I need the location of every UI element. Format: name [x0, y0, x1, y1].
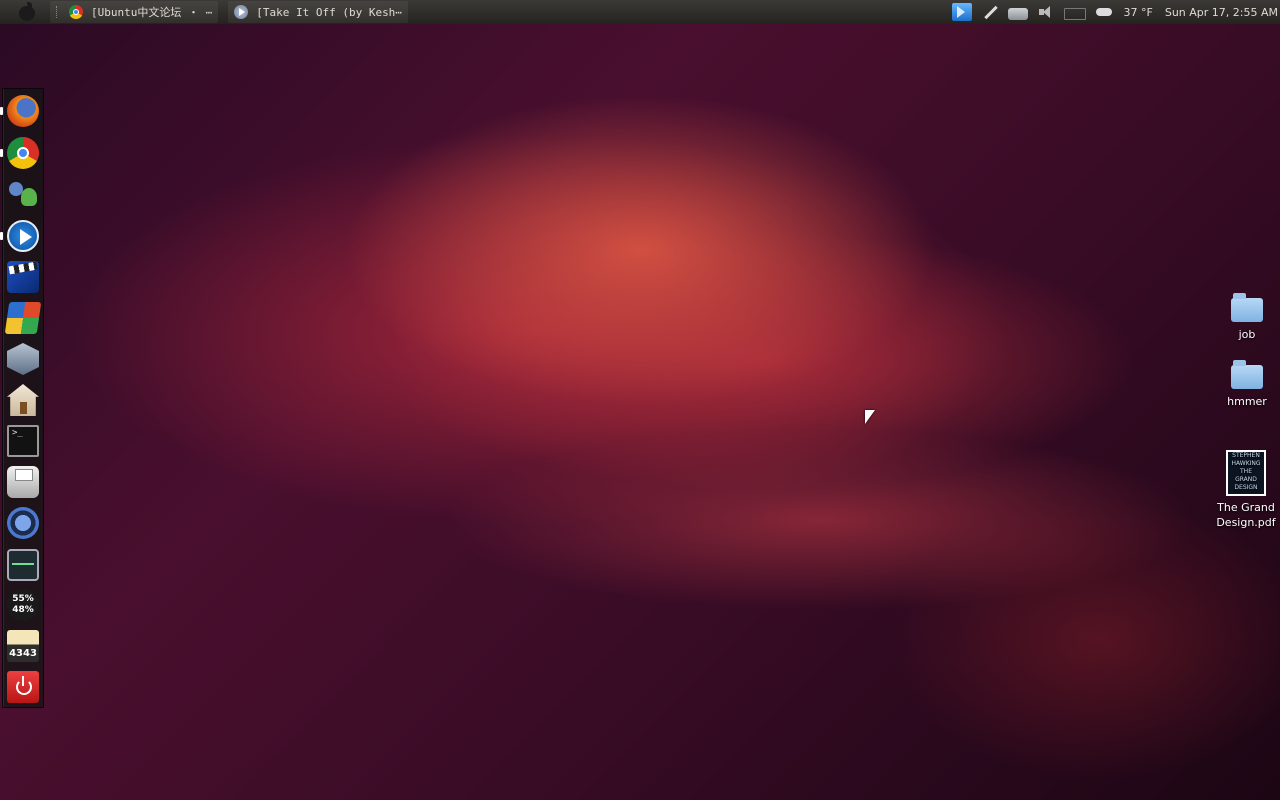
weather-icon[interactable]	[1094, 3, 1114, 21]
system-tray: 37 °F Sun Apr 17, 2:55 AM	[948, 0, 1280, 24]
printer-icon[interactable]	[7, 466, 39, 498]
virtualbox-icon[interactable]	[7, 343, 39, 375]
chrome-icon	[69, 5, 83, 19]
thumb-text: STEPHEN	[1232, 452, 1260, 459]
drag-handle[interactable]	[56, 6, 61, 18]
chrome-icon[interactable]	[7, 137, 39, 169]
home-folder-icon[interactable]	[7, 384, 39, 416]
power-icon[interactable]	[7, 671, 39, 703]
pdf-thumbnail-icon: STEPHEN HAWKING THE GRAND DESIGN	[1226, 450, 1266, 496]
desktop-folder-hmmer[interactable]: hmmer	[1222, 360, 1272, 408]
task-label: [Take It Off (by Kesh⋯	[256, 5, 402, 19]
folder-icon	[1231, 360, 1263, 389]
system-monitor-icon[interactable]	[7, 549, 39, 581]
cpu-ram-stats-icon[interactable]: 55% 48%	[7, 589, 39, 621]
dock: 55% 48% 4343	[0, 88, 44, 708]
stash-icon[interactable]: 4343	[7, 630, 39, 662]
running-indicator	[0, 107, 3, 115]
thumb-text: DESIGN	[1234, 484, 1258, 491]
desktop-icon-label: job	[1238, 328, 1256, 341]
clock[interactable]: Sun Apr 17, 2:55 AM	[1165, 6, 1278, 19]
volume-icon[interactable]	[1036, 3, 1056, 21]
media-player-icon	[234, 5, 249, 19]
firefox-icon[interactable]	[7, 95, 39, 127]
network-icon[interactable]	[1007, 7, 1028, 20]
running-indicator	[0, 232, 3, 240]
taskbar-item-browser[interactable]: [Ubuntu中文论坛 ・ ⋯	[50, 1, 219, 23]
thumb-text: GRAND	[1235, 476, 1257, 483]
folder-icon	[1231, 293, 1263, 322]
video-editor-icon[interactable]	[7, 261, 39, 293]
ram-usage: 48%	[12, 605, 34, 615]
desktop-file-pdf[interactable]: STEPHEN HAWKING THE GRAND DESIGN The Gra…	[1214, 450, 1278, 530]
update-manager-icon[interactable]	[7, 507, 39, 539]
thumb-text: HAWKING	[1231, 460, 1261, 467]
desktop-folder-job[interactable]: job	[1222, 293, 1272, 341]
running-indicator	[0, 149, 3, 157]
task-label: [Ubuntu中文论坛 ・ ⋯	[91, 6, 213, 19]
stash-count: 4343	[9, 648, 37, 659]
taskbar-item-player[interactable]: [Take It Off (by Kesh⋯	[228, 1, 408, 23]
messenger-icon[interactable]	[7, 178, 39, 210]
desktop-icon-label: The Grand Design.pdf	[1216, 501, 1276, 529]
thumb-text: THE	[1240, 468, 1252, 475]
apple-menu-icon[interactable]	[16, 2, 40, 21]
media-player-icon[interactable]	[7, 220, 39, 252]
mail-icon[interactable]	[1063, 8, 1086, 20]
mouse-cursor-icon	[865, 410, 875, 424]
terminal-icon[interactable]	[7, 425, 39, 457]
wine-icon[interactable]	[4, 302, 42, 334]
cpu-usage: 55%	[12, 594, 34, 604]
weather-temperature[interactable]: 37 °F	[1124, 6, 1153, 19]
top-panel: [Ubuntu中文论坛 ・ ⋯ [Take It Off (by Kesh⋯ 3…	[0, 0, 1280, 24]
pen-icon[interactable]	[980, 3, 1000, 21]
tray-app-icon[interactable]	[951, 3, 972, 21]
desktop-icon-label: hmmer	[1227, 395, 1267, 408]
